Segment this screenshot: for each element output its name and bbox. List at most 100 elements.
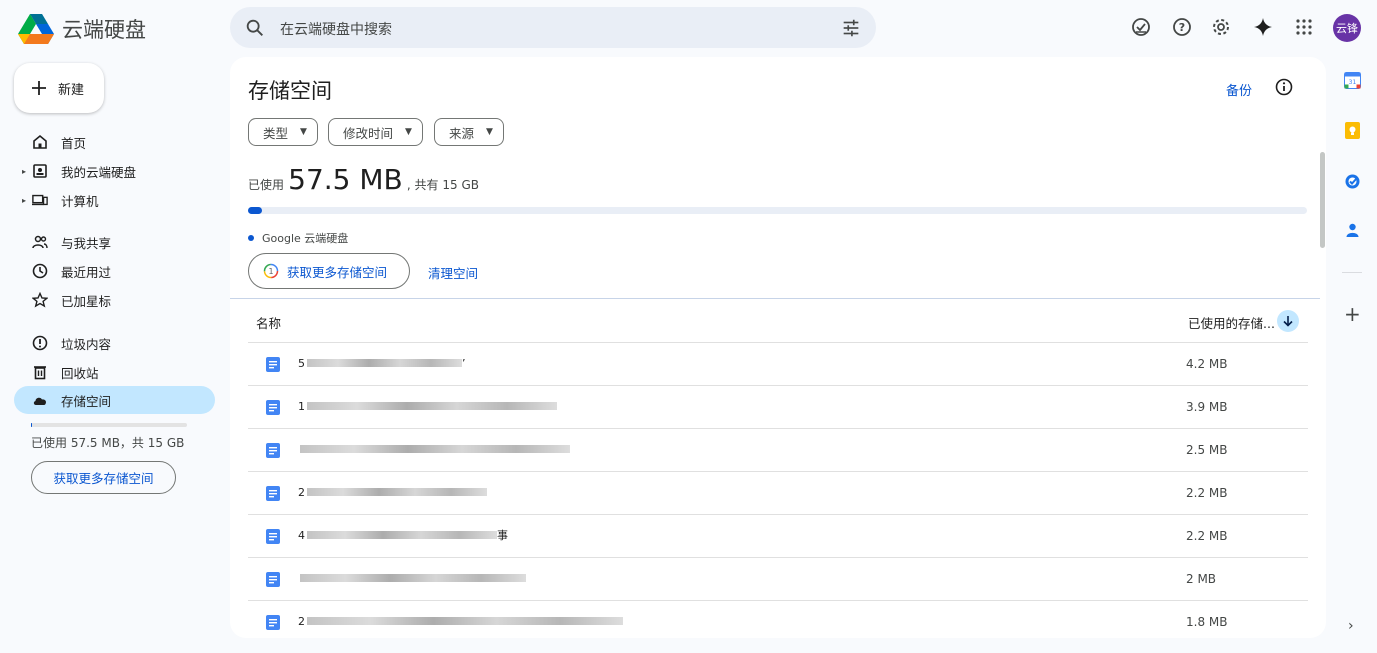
table-row[interactable]: 2.5 MB: [248, 429, 1308, 472]
nav-item-shared[interactable]: 与我共享: [14, 228, 215, 256]
app-title[interactable]: 云端硬盘: [62, 14, 146, 44]
nav-item-label: 存储空间: [61, 393, 112, 409]
usage-bar: [248, 207, 1307, 214]
search-input[interactable]: 在云端硬盘中搜索: [280, 19, 392, 39]
file-name[interactable]: 5’: [298, 356, 466, 370]
nav-item-recent[interactable]: 最近用过: [14, 257, 215, 285]
add-addon-icon[interactable]: +: [1344, 302, 1361, 326]
contacts-icon[interactable]: [1344, 222, 1361, 239]
blurred-file-name: [307, 617, 623, 625]
get-more-storage-button[interactable]: 获取更多存储空间: [31, 461, 176, 494]
app-frame: 云端硬盘 在云端硬盘中搜索 ? 云锋 新建 首页 ▸ 我的云端硬盘 ▸ 计算机 …: [0, 0, 1377, 653]
expand-arrow-icon[interactable]: ▸: [22, 167, 26, 176]
caret-down-icon: ▼: [405, 127, 412, 137]
arrow-down-icon: [1283, 316, 1293, 327]
table-row[interactable]: 2 1.8 MB: [248, 601, 1308, 638]
search-bar[interactable]: 在云端硬盘中搜索: [230, 7, 876, 48]
scrollbar[interactable]: [1320, 152, 1325, 248]
nav-item-starred[interactable]: 已加星标: [14, 286, 215, 314]
table-row[interactable]: 2 2.2 MB: [248, 472, 1308, 515]
new-button-label: 新建: [58, 82, 85, 98]
plus-icon: [32, 81, 46, 95]
settings-icon[interactable]: [1209, 15, 1233, 39]
get-more-storage-button-main[interactable]: 1 获取更多存储空间: [248, 253, 410, 289]
nav-item-my-drive[interactable]: ▸ 我的云端硬盘: [14, 157, 215, 185]
offline-ready-icon[interactable]: [1129, 15, 1153, 39]
table-row[interactable]: 5’ 4.2 MB: [248, 343, 1308, 386]
file-name-start: 2: [298, 485, 305, 499]
search-options-icon[interactable]: [840, 17, 862, 39]
type-filter-chip[interactable]: 类型 ▼: [248, 118, 318, 146]
file-name-start: 4: [298, 528, 305, 542]
avatar[interactable]: 云锋: [1333, 14, 1361, 42]
usage-legend: Google 云端硬盘: [248, 230, 348, 246]
computer-icon: [32, 194, 48, 206]
modified-filter-chip[interactable]: 修改时间 ▼: [328, 118, 423, 146]
home-icon: [33, 134, 47, 149]
rail-divider: [1342, 272, 1362, 273]
file-name[interactable]: [298, 571, 526, 585]
nav-item-computers[interactable]: ▸ 计算机: [14, 186, 215, 214]
search-icon[interactable]: [244, 17, 266, 39]
table-row[interactable]: 2 MB: [248, 558, 1308, 601]
file-name-start: 1: [298, 399, 305, 413]
usage-summary: 已使用 57.5 MB , 共有 15 GB: [248, 163, 479, 196]
blurred-file-name: [300, 445, 570, 453]
blurred-file-name: [300, 574, 526, 582]
backup-link[interactable]: 备份: [1226, 80, 1252, 99]
tasks-icon[interactable]: [1344, 173, 1361, 190]
file-size: 2.5 MB: [1186, 443, 1228, 457]
google-docs-icon: [266, 400, 280, 415]
table-row[interactable]: 1 3.9 MB: [248, 386, 1308, 429]
column-header-name[interactable]: 名称: [256, 313, 281, 332]
legend-label: Google 云端硬盘: [262, 232, 349, 245]
new-button[interactable]: 新建: [14, 63, 104, 113]
nav-item-spam[interactable]: 垃圾内容: [14, 329, 215, 357]
spam-icon: [32, 335, 48, 351]
chevron-right-icon[interactable]: ›: [1348, 618, 1354, 634]
file-size: 2.2 MB: [1186, 486, 1228, 500]
star-icon: [32, 292, 48, 308]
quota-bar: [31, 423, 187, 427]
file-name[interactable]: [298, 442, 570, 456]
get-more-label: 获取更多存储空间: [287, 264, 388, 280]
column-header-storage-used[interactable]: 已使用的存储...: [1188, 313, 1275, 332]
keep-icon[interactable]: [1344, 122, 1361, 139]
usage-bar-fill: [248, 207, 262, 214]
section-divider: [230, 298, 1320, 299]
nav-item-label: 我的云端硬盘: [61, 164, 137, 180]
apps-grid-icon[interactable]: [1292, 15, 1316, 39]
drive-logo[interactable]: [18, 12, 54, 44]
google-docs-icon: [266, 529, 280, 544]
file-name[interactable]: 1: [298, 399, 557, 413]
calendar-icon[interactable]: 31: [1344, 72, 1361, 89]
clean-up-space-link[interactable]: 清理空间: [428, 263, 478, 282]
main-panel: 存储空间 备份 类型 ▼ 修改时间 ▼ 来源 ▼ 已使用 57.5 MB , 共有 1…: [230, 57, 1326, 638]
table-row[interactable]: 4 事 2.2 MB: [248, 515, 1308, 558]
file-name[interactable]: 2: [298, 614, 623, 628]
help-icon[interactable]: ?: [1170, 15, 1194, 39]
google-docs-icon: [266, 486, 280, 501]
blurred-file-name: [307, 402, 557, 410]
file-name-end: 事: [497, 529, 508, 542]
file-name-start: 2: [298, 614, 305, 628]
file-name[interactable]: 2: [298, 485, 487, 499]
quota-text: 已使用 57.5 MB，共 15 GB: [31, 436, 185, 450]
nav-item-label: 回收站: [61, 365, 99, 381]
expand-arrow-icon[interactable]: ▸: [22, 196, 26, 205]
file-name-end: ’: [462, 356, 466, 370]
sort-direction-button[interactable]: [1277, 310, 1299, 332]
nav-item-storage[interactable]: 存储空间: [14, 386, 215, 414]
info-icon[interactable]: [1274, 77, 1294, 97]
file-size: 4.2 MB: [1186, 357, 1228, 371]
nav-item-trash[interactable]: 回收站: [14, 358, 215, 386]
svg-text:1: 1: [268, 267, 273, 276]
nav-item-label: 最近用过: [61, 264, 112, 280]
gemini-icon[interactable]: [1251, 15, 1275, 39]
source-filter-chip[interactable]: 来源 ▼: [434, 118, 504, 146]
file-size: 2.2 MB: [1186, 529, 1228, 543]
file-name[interactable]: 4事: [298, 528, 508, 543]
nav-item-label: 计算机: [61, 193, 99, 209]
nav-item-home[interactable]: 首页: [14, 128, 215, 156]
google-docs-icon: [266, 572, 280, 587]
